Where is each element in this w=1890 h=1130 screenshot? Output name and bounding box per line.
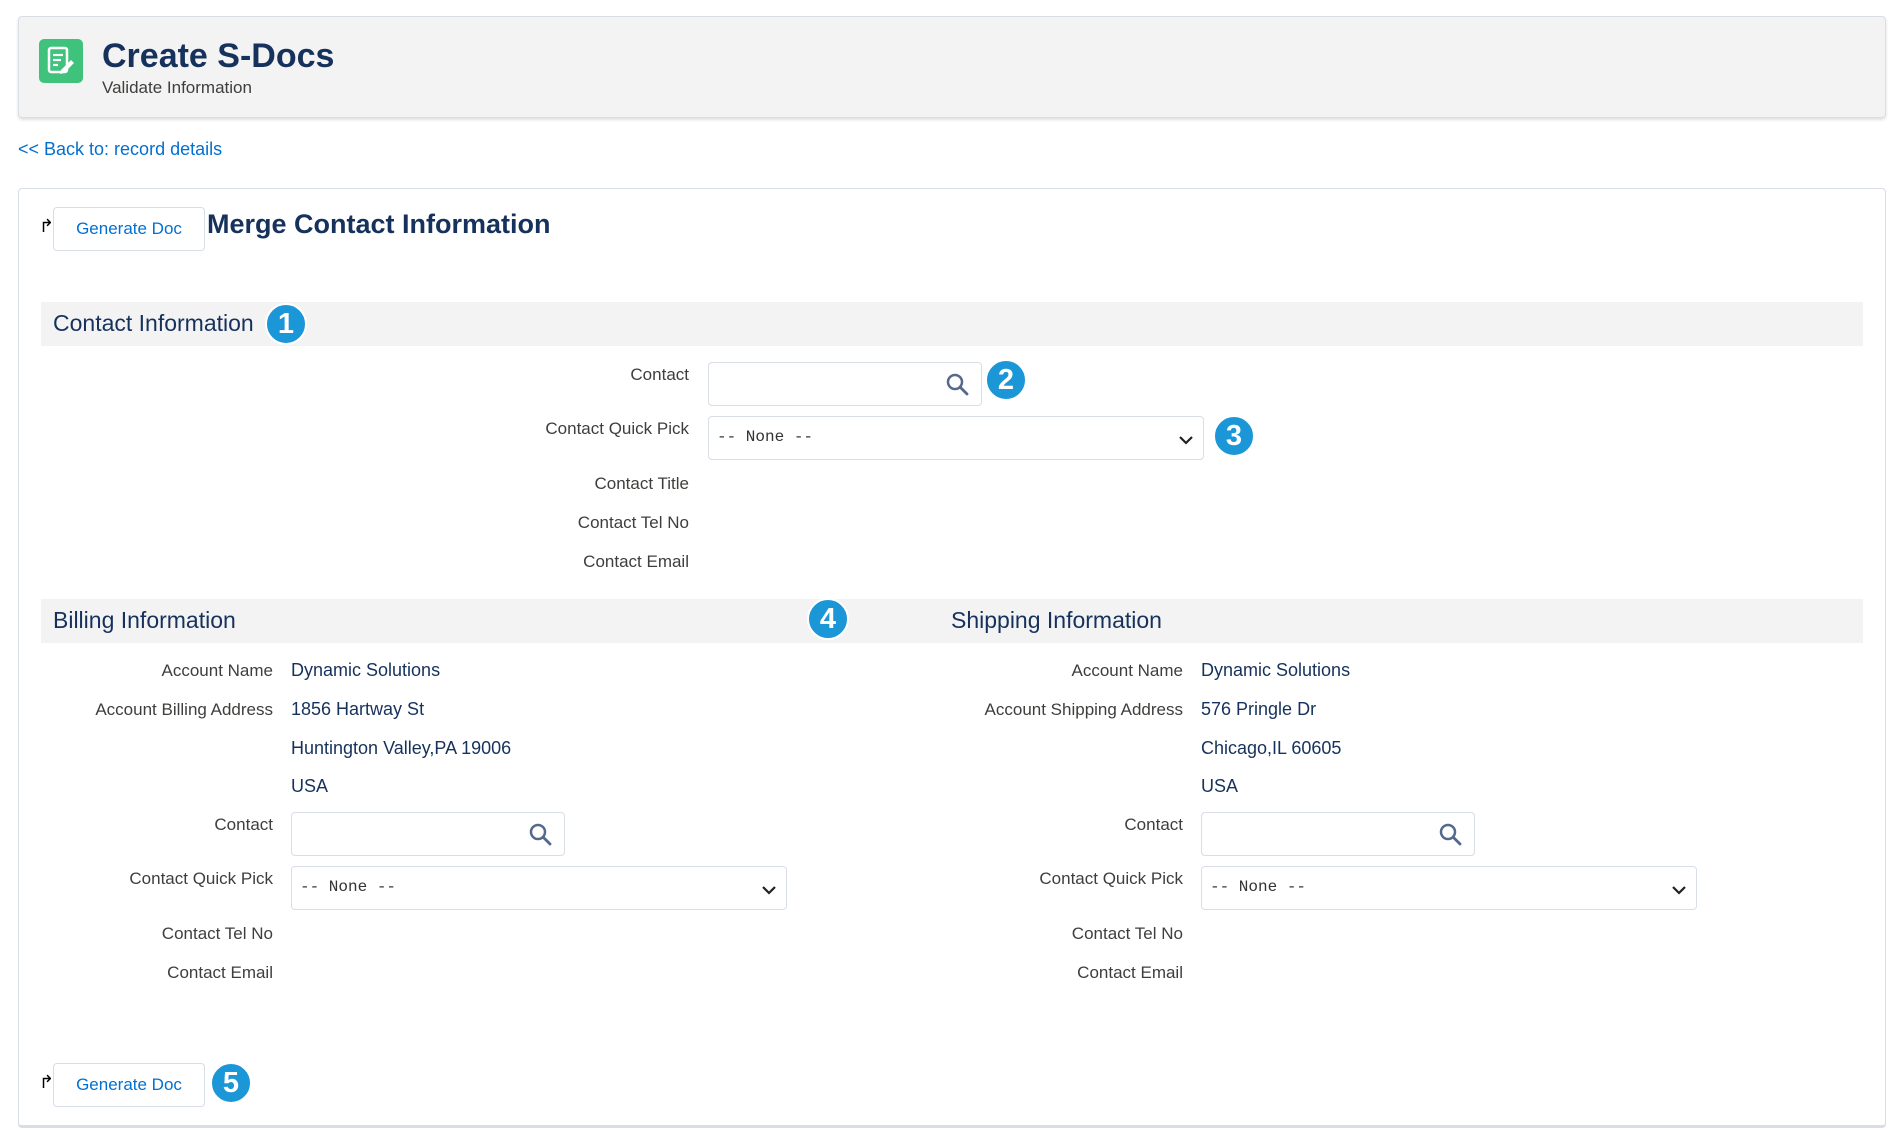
merge-title: Merge Contact Information [207, 209, 551, 239]
billing-contact-input[interactable] [300, 813, 524, 855]
shipping-contact-lookup[interactable] [1201, 812, 1475, 856]
shipping-address-line3: USA [1201, 776, 1239, 796]
billing-account-name-label: Account Name [161, 661, 274, 680]
shipping-account-name-label: Account Name [1071, 661, 1184, 680]
shipping-contact-input[interactable] [1210, 813, 1434, 855]
contact-tel-label: Contact Tel No [577, 513, 689, 532]
billing-quick-pick-value: -- None -- [300, 878, 397, 896]
search-icon[interactable] [945, 372, 969, 401]
contact-quick-pick-value: -- None -- [717, 428, 814, 446]
page-title: Create S-Docs [102, 37, 335, 75]
billing-contact-lookup[interactable] [291, 812, 565, 856]
shipping-tel-label: Contact Tel No [1071, 924, 1183, 943]
billing-address-line1: 1856 Hartway St [291, 699, 425, 719]
billing-address-line2: Huntington Valley,PA 19006 [291, 738, 512, 758]
chevron-down-icon [1672, 882, 1686, 900]
step-badge-2: 2 [985, 359, 1027, 401]
shipping-quick-pick-label: Contact Quick Pick [1039, 869, 1183, 888]
shipping-section-title: Shipping Information [951, 607, 1162, 633]
billing-shipping-header: Billing Information Shipping Information [41, 599, 1863, 643]
main-card: ↱ Generate Doc Merge Contact Information… [18, 188, 1886, 1128]
contact-title-label: Contact Title [594, 474, 690, 493]
billing-email-label: Contact Email [167, 963, 273, 982]
shipping-contact-label: Contact [1124, 815, 1183, 834]
contact-quick-pick-select[interactable]: -- None -- [708, 416, 1204, 460]
generate-doc-button-top[interactable]: Generate Doc [53, 207, 205, 251]
contact-label: Contact [630, 365, 689, 384]
search-icon[interactable] [528, 822, 552, 851]
contact-input[interactable] [717, 363, 941, 405]
step-badge-5: 5 [210, 1062, 252, 1104]
chevron-down-icon [762, 882, 776, 900]
billing-quick-pick-select[interactable]: -- None -- [291, 866, 787, 910]
search-icon[interactable] [1438, 822, 1462, 851]
back-to-record-link[interactable]: << Back to: record details [18, 139, 222, 160]
chevron-down-icon [1179, 432, 1193, 450]
billing-account-name: Dynamic Solutions [291, 660, 441, 680]
contact-section-header: Contact Information [41, 302, 1863, 346]
shipping-account-name: Dynamic Solutions [1201, 660, 1351, 680]
billing-section-title: Billing Information [53, 607, 236, 633]
contact-section-title: Contact Information [53, 310, 254, 336]
shipping-address-line1: 576 Pringle Dr [1201, 699, 1317, 719]
redirect-arrow-icon: ↱ [39, 216, 55, 236]
step-badge-4: 4 [807, 598, 849, 640]
contact-lookup[interactable] [708, 362, 982, 406]
page-header: Create S-Docs Validate Information [18, 16, 1886, 118]
shipping-address-line2: Chicago,IL 60605 [1201, 738, 1342, 758]
shipping-email-label: Contact Email [1077, 963, 1183, 982]
document-edit-icon [39, 39, 83, 83]
redirect-arrow-icon: ↱ [39, 1072, 55, 1092]
billing-address-label: Account Billing Address [95, 700, 273, 719]
step-badge-3: 3 [1213, 415, 1255, 457]
billing-address-line3: USA [291, 776, 329, 796]
billing-contact-label: Contact [214, 815, 273, 834]
generate-doc-button-bottom[interactable]: Generate Doc [53, 1063, 205, 1107]
step-badge-1: 1 [265, 303, 307, 345]
shipping-address-label: Account Shipping Address [984, 700, 1183, 719]
shipping-quick-pick-value: -- None -- [1210, 878, 1307, 896]
shipping-quick-pick-select[interactable]: -- None -- [1201, 866, 1697, 910]
page-subtitle: Validate Information [102, 78, 252, 97]
billing-quick-pick-label: Contact Quick Pick [129, 869, 273, 888]
billing-tel-label: Contact Tel No [161, 924, 273, 943]
contact-quick-pick-label: Contact Quick Pick [545, 419, 689, 438]
contact-email-label: Contact Email [583, 552, 689, 571]
